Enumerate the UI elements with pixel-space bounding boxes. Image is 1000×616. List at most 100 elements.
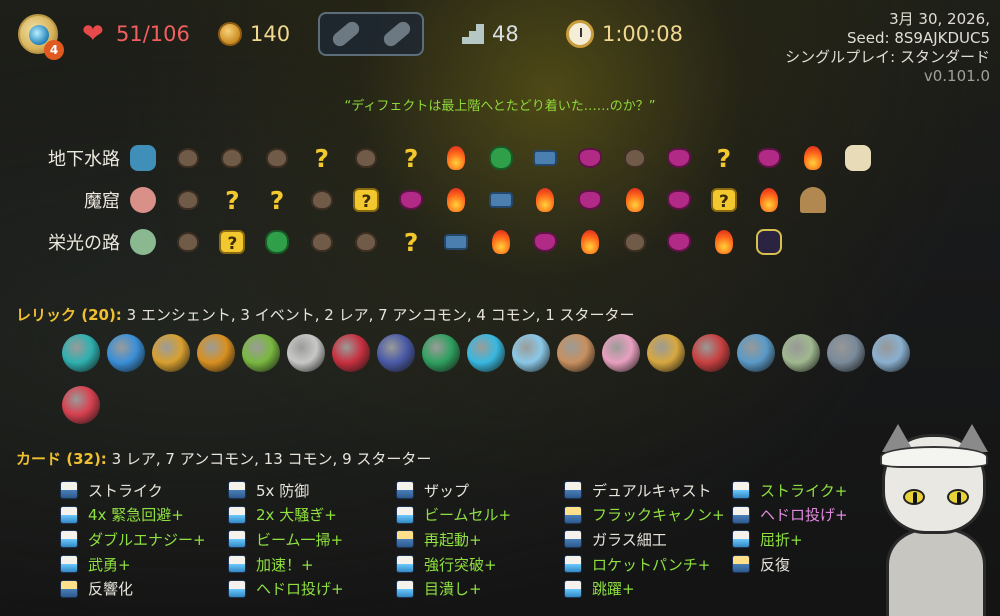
monster-node-icon[interactable] [620,227,650,257]
rest-node-icon[interactable] [486,227,516,257]
elite-node-icon[interactable] [754,143,784,173]
relic-icon[interactable] [152,334,190,372]
relic-icon[interactable] [782,334,820,372]
card-entry[interactable]: 5x 防御 [228,478,344,503]
monster-node-icon[interactable] [351,227,381,257]
timer-display: 1:00:08 [566,20,683,48]
unknown-node-icon[interactable]: ? [396,227,426,257]
card-entry[interactable]: 4x 緊急回避+ [60,503,206,528]
relic-icon[interactable] [872,334,910,372]
card-entry[interactable]: 2x 大騒ぎ+ [228,503,344,528]
rest-node-icon[interactable] [441,185,471,215]
elite-node-icon[interactable] [575,185,605,215]
card-name: デュアルキャスト [592,481,712,500]
card-entry[interactable]: 屈折+ [732,527,848,552]
card-entry[interactable]: 目潰し+ [396,576,511,601]
relic-icon[interactable] [422,334,460,372]
unknown-node-icon[interactable]: ? [709,143,739,173]
card-entry[interactable]: 反復 [732,552,848,577]
relic-icon[interactable] [512,334,550,372]
relic-icon[interactable] [467,334,505,372]
relic-icon[interactable] [557,334,595,372]
relic-icon[interactable] [692,334,730,372]
elite-node-icon[interactable] [575,143,605,173]
monster-node-icon[interactable] [173,227,203,257]
relic-icon[interactable] [62,386,100,424]
card-entry[interactable]: ダブルエナジー+ [60,527,206,552]
unknown-node-icon[interactable]: ? [262,185,292,215]
potion-slots[interactable] [318,12,424,56]
relic-icon[interactable] [242,334,280,372]
rest-node-icon[interactable] [709,227,739,257]
relic-icon[interactable] [332,334,370,372]
monster-node-icon[interactable] [217,143,247,173]
card-entry[interactable]: ビームセル+ [396,503,511,528]
elite-node-icon[interactable] [530,227,560,257]
card-entry[interactable]: ザップ [396,478,511,503]
elite-node-icon[interactable] [396,185,426,215]
rest-node-icon[interactable] [754,185,784,215]
monster-node-icon[interactable] [173,185,203,215]
relics-summary: 3 エンシェント, 3 イベント, 2 レア, 7 アンコモン, 4 コモン, … [121,306,635,324]
unknown-node-icon[interactable]: ? [217,185,247,215]
rest-node-icon[interactable] [798,143,828,173]
monster-node-icon[interactable] [351,143,381,173]
relic-icon[interactable] [647,334,685,372]
card-entry[interactable]: 強行突破+ [396,552,511,577]
chest-node-icon[interactable] [530,143,560,173]
coin-icon [218,22,242,46]
unknown-box-node-icon[interactable]: ? [351,185,381,215]
card-entry[interactable]: ガラス細工 [564,527,725,552]
card-entry[interactable]: 跳躍+ [564,576,725,601]
boss-green-node-icon[interactable] [128,227,158,257]
card-entry[interactable]: ストライク [60,478,206,503]
unknown-box-node-icon[interactable]: ? [217,227,247,257]
card-entry[interactable]: 武勇+ [60,552,206,577]
scroll-node-icon[interactable] [843,143,873,173]
chest-node-icon[interactable] [441,227,471,257]
monster-node-icon[interactable] [620,143,650,173]
card-entry[interactable]: 再起動+ [396,527,511,552]
potion-slot-empty-icon[interactable] [329,18,362,50]
rest-node-icon[interactable] [441,143,471,173]
card-entry[interactable]: フラックキャノン+ [564,503,725,528]
shop-node-icon[interactable] [486,143,516,173]
chest-node-icon[interactable] [486,185,516,215]
boss-dark-node-icon[interactable] [754,227,784,257]
potion-slot-empty-icon[interactable] [380,18,413,50]
boss-blue-node-icon[interactable] [128,143,158,173]
unknown-node-icon[interactable]: ? [307,143,337,173]
card-entry[interactable]: ヘドロ投げ+ [228,576,344,601]
card-entry[interactable]: ストライク+ [732,478,848,503]
relic-icon[interactable] [377,334,415,372]
relic-icon[interactable] [107,334,145,372]
unknown-node-icon[interactable]: ? [396,143,426,173]
card-entry[interactable]: 反響化 [60,576,206,601]
elite-node-icon[interactable] [664,227,694,257]
boss-pink-node-icon[interactable] [128,185,158,215]
card-entry[interactable]: デュアルキャスト [564,478,725,503]
shop-node-icon[interactable] [262,227,292,257]
relic-icon[interactable] [287,334,325,372]
rest-node-icon[interactable] [575,227,605,257]
relic-icon[interactable] [827,334,865,372]
elite-node-icon[interactable] [664,143,694,173]
unknown-box-node-icon[interactable]: ? [709,185,739,215]
monster-node-icon[interactable] [307,227,337,257]
monster-node-icon[interactable] [307,185,337,215]
rest-node-icon[interactable] [530,185,560,215]
relic-icon[interactable] [602,334,640,372]
rest-node-icon[interactable] [620,185,650,215]
card-entry[interactable]: ヘドロ投げ+ [732,503,848,528]
card-entry[interactable]: ビーム一掃+ [228,527,344,552]
monster-node-icon[interactable] [262,143,292,173]
relic-icon[interactable] [197,334,235,372]
relic-icon[interactable] [737,334,775,372]
card-entry[interactable]: ロケットパンチ+ [564,552,725,577]
character-portrait[interactable]: 4 [18,14,64,60]
relic-icon[interactable] [62,334,100,372]
boss-bell-node-icon[interactable] [798,185,828,215]
elite-node-icon[interactable] [664,185,694,215]
card-entry[interactable]: 加速！+ [228,552,344,577]
monster-node-icon[interactable] [173,143,203,173]
